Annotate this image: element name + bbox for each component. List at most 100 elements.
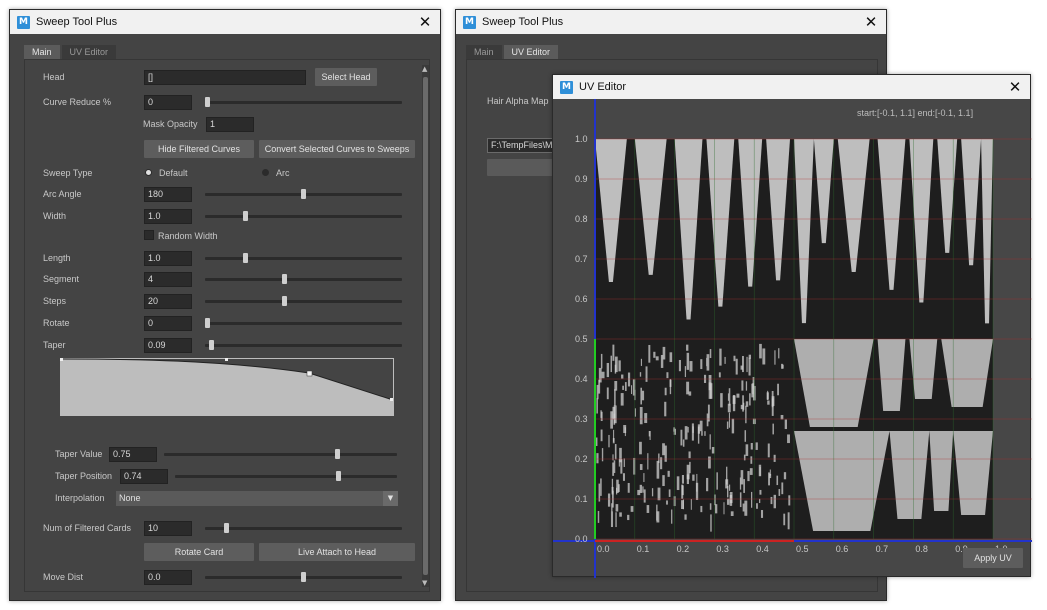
title-bar[interactable]: M Sweep Tool Plus ✕	[10, 10, 440, 34]
title-bar[interactable]: M UV Editor ✕	[553, 75, 1030, 99]
uv-canvas[interactable]: 0.0 0.1 0.2 0.3 0.4 0.5 0.6 0.7 0.8 0.9 1.0 0.0 0.1 0…	[553, 99, 1032, 578]
uv-hair-strand	[724, 356, 726, 364]
uv-hair-strand	[662, 475, 665, 487]
uv-hair-strand	[656, 504, 658, 521]
taper-curve-graph[interactable]	[60, 358, 394, 418]
segment-field[interactable]: 4	[144, 272, 192, 287]
slider-handle[interactable]	[208, 340, 214, 350]
tab-main[interactable]: Main	[466, 45, 502, 59]
scrollbar-thumb[interactable]	[423, 77, 428, 575]
slider-handle[interactable]	[301, 572, 306, 582]
uv-hair-strand	[684, 366, 687, 378]
slider-handle[interactable]	[224, 523, 230, 533]
uv-hair-strand	[767, 443, 770, 458]
close-icon[interactable]: ✕	[862, 13, 880, 31]
taper-slider[interactable]	[205, 344, 402, 347]
slider-handle[interactable]	[335, 471, 341, 481]
close-icon[interactable]: ✕	[416, 13, 434, 31]
rotate-field[interactable]: 0	[144, 316, 192, 331]
hide-filtered-curves-button[interactable]: Hide Filtered Curves	[144, 140, 254, 158]
taper-point-end[interactable]	[390, 398, 393, 401]
uv-hair-strand	[600, 353, 603, 369]
slider-handle[interactable]	[243, 253, 249, 263]
width-field[interactable]: 1.0	[144, 209, 192, 224]
arc-angle-field[interactable]: 180	[144, 187, 192, 202]
uv-hair-strand	[643, 489, 646, 503]
uv-hair-strand	[601, 448, 604, 462]
slider-handle[interactable]	[281, 274, 287, 284]
uv-hair-strand	[688, 391, 692, 396]
uv-x-tick-label: 0.7	[875, 544, 889, 554]
mask-opacity-field[interactable]: 1	[206, 117, 254, 132]
taper-value-slider[interactable]	[164, 453, 397, 456]
close-icon[interactable]: ✕	[1006, 78, 1024, 96]
uv-grid[interactable]	[553, 99, 1032, 578]
uv-hair-strand	[752, 382, 754, 395]
title-bar[interactable]: M Sweep Tool Plus ✕	[456, 10, 886, 34]
uv-y-tick-label: 0.1	[575, 494, 588, 504]
main-panel-scrollbar[interactable]: ▲ ▼	[422, 65, 429, 587]
taper-field[interactable]: 0.09	[144, 338, 192, 353]
uv-hair-strand	[736, 393, 740, 398]
length-slider[interactable]	[205, 257, 402, 260]
select-head-button[interactable]: Select Head	[315, 68, 377, 86]
taper-point-control[interactable]	[306, 370, 313, 377]
curve-reduce-slider[interactable]	[205, 101, 402, 104]
steps-slider[interactable]	[205, 300, 402, 303]
slider-handle[interactable]	[205, 318, 210, 328]
num-filtered-cards-field[interactable]: 10	[144, 521, 192, 536]
uv-hair-strand	[681, 474, 685, 484]
rotate-label: Rotate	[43, 318, 70, 328]
rotate-slider[interactable]	[205, 322, 402, 325]
uv-hair-strand	[686, 344, 689, 351]
live-attach-to-head-button[interactable]: Live Attach to Head	[259, 543, 415, 561]
uv-y-tick-label: 0.0	[575, 534, 588, 544]
uv-hair-strand	[692, 426, 694, 433]
sweep-type-arc-radio[interactable]	[262, 169, 269, 176]
uv-hair-strand	[745, 381, 748, 391]
scroll-down-icon[interactable]: ▼	[422, 579, 427, 587]
chevron-down-icon[interactable]: ▼	[383, 491, 398, 506]
slider-handle[interactable]	[301, 189, 306, 199]
tab-main[interactable]: Main	[24, 45, 60, 59]
taper-position-field[interactable]: 0.74	[120, 469, 168, 484]
hair-alpha-map-label: Hair Alpha Map	[487, 96, 549, 106]
num-filtered-cards-slider[interactable]	[205, 527, 402, 530]
uv-hair-strand	[742, 395, 744, 412]
tab-uv-editor[interactable]: UV Editor	[503, 45, 559, 59]
convert-selected-curves-button[interactable]: Convert Selected Curves to Sweeps	[259, 140, 415, 158]
curve-reduce-field[interactable]: 0	[144, 95, 192, 110]
uv-hair-strand	[759, 343, 762, 359]
segment-slider[interactable]	[205, 278, 402, 281]
taper-point-start[interactable]	[60, 358, 63, 361]
uv-hair-strand	[639, 464, 643, 470]
move-dist-field[interactable]: 0.0	[144, 570, 192, 585]
slider-handle[interactable]	[243, 211, 249, 221]
rotate-card-button[interactable]: Rotate Card	[144, 543, 254, 561]
slider-handle[interactable]	[335, 449, 340, 459]
random-width-checkbox[interactable]	[144, 230, 154, 240]
length-field[interactable]: 1.0	[144, 251, 192, 266]
scroll-up-icon[interactable]: ▲	[422, 65, 427, 73]
interpolation-dropdown[interactable]: None ▼	[116, 491, 398, 506]
taper-value-field[interactable]: 0.75	[109, 447, 157, 462]
uv-y-tick-label: 1.0	[575, 134, 588, 144]
uv-hair-strand	[784, 419, 788, 430]
head-field[interactable]: []	[144, 70, 306, 85]
taper-position-slider[interactable]	[175, 475, 397, 478]
uv-x-tick-label: 0.5	[796, 544, 809, 554]
tab-uv-editor[interactable]: UV Editor	[61, 45, 117, 59]
slider-handle[interactable]	[281, 296, 287, 306]
uv-hair-strand	[772, 423, 774, 435]
window-title: Sweep Tool Plus	[36, 16, 118, 28]
uv-hair-strand	[606, 362, 610, 378]
slider-handle[interactable]	[205, 97, 210, 107]
uv-hair-strand	[727, 393, 729, 401]
sweep-type-default-radio[interactable]	[145, 169, 152, 176]
uv-hair-strand	[743, 479, 745, 493]
width-slider[interactable]	[205, 215, 402, 218]
taper-point-mid[interactable]	[225, 358, 228, 361]
steps-field[interactable]: 20	[144, 294, 192, 309]
maya-app-icon: M	[17, 15, 30, 29]
apply-uv-button[interactable]: Apply UV	[963, 548, 1023, 568]
